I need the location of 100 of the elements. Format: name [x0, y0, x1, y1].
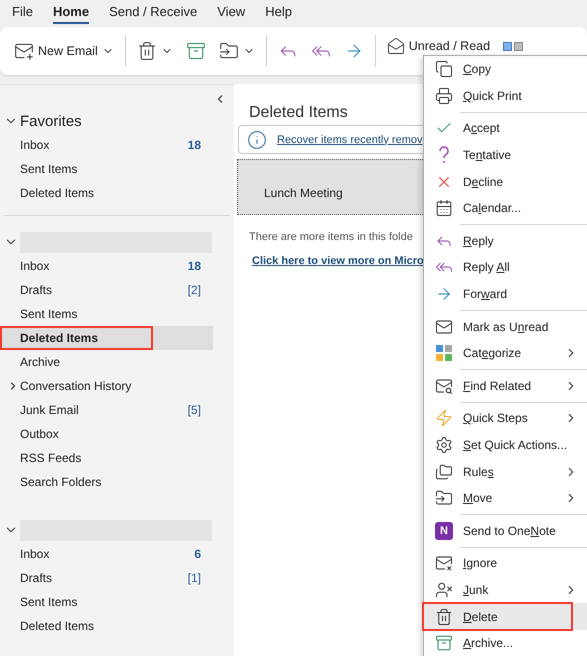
folder-item[interactable]: RSS Feeds	[0, 446, 213, 470]
folder-item[interactable]: Sent Items	[0, 590, 213, 614]
trash-icon	[136, 41, 157, 61]
menu-item-label: Categorize	[463, 346, 522, 360]
categorize-button[interactable]	[501, 40, 526, 52]
menu-tab[interactable]: File	[12, 0, 33, 24]
menu-item[interactable]: Junk	[424, 576, 587, 604]
message-subject: Lunch Meeting	[264, 186, 343, 200]
new-email-button[interactable]: New Email	[12, 39, 116, 63]
menu-item[interactable]: Find Related	[424, 372, 587, 400]
folder-item[interactable]: Search Folders	[0, 470, 213, 494]
menu-item[interactable]: Move	[424, 484, 587, 512]
menu-item-label: Move	[463, 491, 492, 506]
folder-item[interactable]: Deleted Items	[0, 614, 213, 638]
menu-tab[interactable]: Home	[52, 0, 90, 24]
menu-item-label: Forward	[463, 287, 508, 302]
folder-name: Sent Items	[20, 595, 78, 609]
folder-name: Conversation History	[20, 379, 132, 393]
menu-item[interactable]: Quick Steps	[424, 405, 587, 432]
menu-tab[interactable]: Help	[265, 0, 292, 24]
menu-item-label: Rules	[463, 464, 494, 479]
menu-item[interactable]: Rules	[424, 458, 587, 485]
menu-tab[interactable]: View	[217, 0, 246, 24]
onenote-logo-icon: N	[435, 522, 453, 540]
menu-item[interactable]: Copy	[424, 56, 587, 83]
folder-item[interactable]: Sent Items	[0, 302, 213, 326]
menu-item[interactable]: Delete	[424, 603, 587, 630]
menu-item-label: Calendar...	[463, 201, 522, 216]
category-tiles-icon	[503, 42, 524, 50]
recover-link[interactable]: Recover items recently remov	[277, 134, 422, 146]
menu-item-label: Delete	[463, 610, 498, 624]
folder-name: Search Folders	[20, 475, 102, 489]
settings-icon	[435, 436, 453, 454]
view-more-link[interactable]: Click here to view more on Micro	[234, 243, 423, 267]
menu-item[interactable]: N Send to OneNote	[424, 518, 587, 544]
folder-item[interactable]: Conversation History	[0, 374, 213, 398]
menu-item[interactable]: Reply All	[424, 254, 587, 281]
archive-box-icon	[186, 41, 206, 61]
open-envelope-icon	[386, 37, 405, 55]
folders-icon	[435, 462, 453, 481]
folder-item[interactable]: Drafts [2]	[0, 278, 213, 302]
trash-icon	[435, 608, 453, 626]
folder-item[interactable]: Deleted Items	[0, 326, 213, 350]
folder-name: Outbox	[20, 427, 59, 441]
menu-item-label: Copy	[463, 62, 492, 76]
menu-item[interactable]: Set Quick Actions...	[424, 432, 587, 458]
new-email-icon	[14, 41, 34, 61]
copy-icon	[435, 60, 453, 78]
folder-name: Junk Email	[20, 403, 79, 417]
folder-item[interactable]: Archive	[0, 350, 213, 374]
folder-name: Inbox	[20, 138, 50, 152]
folder-item[interactable]: Inbox 18	[0, 133, 213, 157]
menu-item[interactable]: Quick Print	[424, 82, 587, 110]
envelope-cross-icon	[435, 554, 453, 572]
folder-name: Deleted Items	[20, 619, 94, 633]
folder-count: 18	[188, 138, 201, 152]
message-row[interactable]: Lunch Meeting	[237, 159, 423, 215]
menu-item-label: Archive...	[463, 636, 514, 650]
archive-box-icon	[435, 634, 453, 652]
menu-item-label: Find Related	[463, 378, 532, 393]
menu-item[interactable]: Reply	[424, 228, 587, 254]
folder-name: Inbox	[20, 259, 50, 273]
folder-arrow-icon	[435, 489, 453, 508]
envelope-search-icon	[435, 376, 453, 395]
folder-item[interactable]: Sent Items	[0, 157, 213, 181]
folder-name: Inbox	[20, 547, 50, 561]
menu-item[interactable]: Forward	[424, 280, 587, 308]
menu-item-label: Junk	[463, 582, 488, 597]
menu-tab[interactable]: Send / Receive	[109, 0, 198, 24]
category-tiles-icon	[435, 344, 453, 362]
menu-item-label: Accept	[463, 121, 500, 136]
folder-arrow-icon	[218, 41, 239, 61]
section-title: Favorites	[20, 112, 82, 130]
menu-item-label: Tentative	[463, 148, 512, 162]
menu-item[interactable]: Tentative	[424, 142, 587, 168]
folder-item[interactable]: Outbox	[0, 422, 213, 446]
menu-item-label: Decline	[463, 174, 504, 189]
unread-read-button[interactable]: Unread / Read	[384, 35, 492, 57]
lightning-icon	[435, 409, 453, 428]
menu-item[interactable]: Categorize	[424, 340, 587, 367]
menu-item-label: Reply	[463, 234, 494, 248]
menu-item[interactable]: Mark as Unread	[424, 313, 587, 340]
folder-item[interactable]: Drafts [1]	[0, 566, 213, 590]
folder-item[interactable]: Deleted Items	[0, 181, 213, 205]
menu-item-label: Mark as Unread	[463, 320, 548, 334]
menu-item-label: Quick Steps	[463, 411, 528, 426]
menu-item[interactable]: Ignore	[424, 550, 587, 577]
folder-item[interactable]: Junk Email [5]	[0, 398, 213, 422]
folder-item[interactable]: Inbox 18	[0, 254, 213, 278]
info-icon	[247, 130, 267, 150]
folder-name: Archive	[20, 355, 60, 369]
menu-item-label: Set Quick Actions...	[463, 438, 568, 452]
folder-name: Drafts	[20, 283, 52, 297]
folder-count: [1]	[188, 571, 201, 585]
menu-item[interactable]: Archive...	[424, 630, 587, 656]
menu-item[interactable]: Accept	[424, 115, 587, 142]
menu-item[interactable]: Decline	[424, 168, 587, 195]
folder-item[interactable]: Inbox 6	[0, 542, 213, 566]
menu-item[interactable]: Calendar...	[424, 194, 587, 222]
person-cross-icon	[435, 580, 453, 599]
